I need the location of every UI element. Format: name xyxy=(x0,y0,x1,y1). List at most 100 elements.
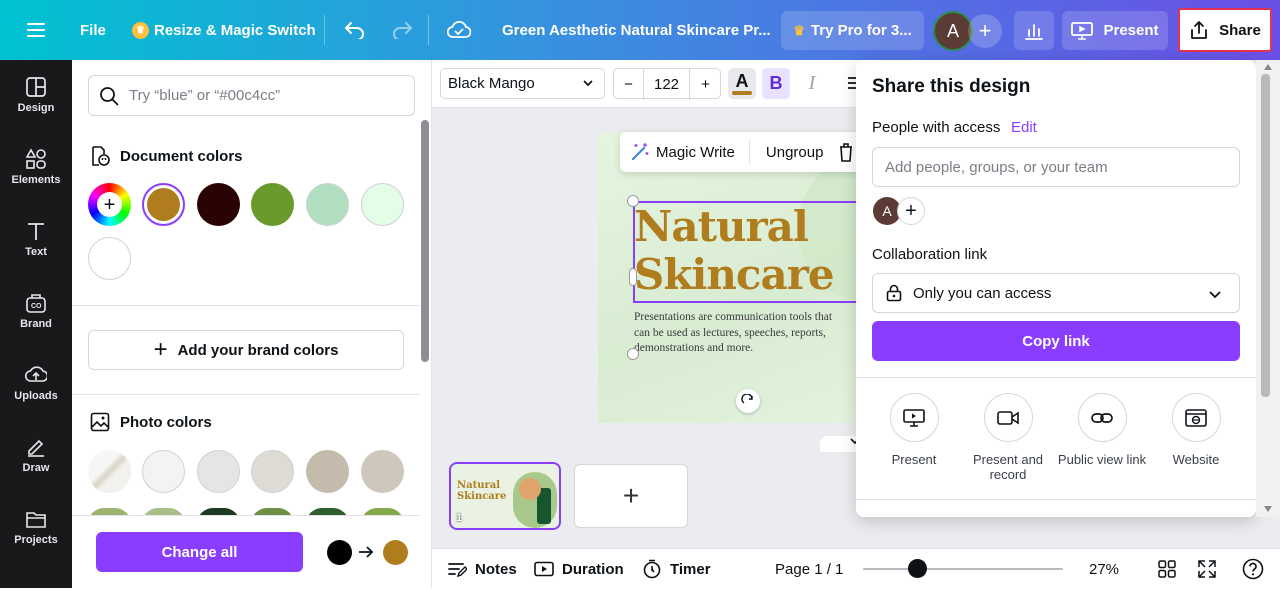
edit-access-link[interactable]: Edit xyxy=(1011,119,1037,136)
scroll-thumb[interactable] xyxy=(1261,74,1270,397)
color-swatch[interactable] xyxy=(361,450,404,493)
left-rail: Design Elements Text CO Brand Uploads Dr… xyxy=(0,60,72,588)
resize-label: Resize & Magic Switch xyxy=(154,21,316,39)
file-menu[interactable]: File xyxy=(80,0,106,60)
cloud-save-icon[interactable] xyxy=(447,0,471,60)
color-search-input[interactable]: Try “blue” or “#00c4cc” xyxy=(88,75,415,116)
help-icon[interactable] xyxy=(1242,549,1272,589)
magic-write-button[interactable]: Magic Write xyxy=(620,139,750,165)
arrow-right-icon xyxy=(357,541,375,563)
font-size-input[interactable]: 122 xyxy=(644,69,690,100)
insights-icon[interactable] xyxy=(1014,11,1054,50)
page-indicator[interactable]: Page 1 / 1 xyxy=(775,549,843,589)
font-select[interactable]: Black Mango xyxy=(440,68,605,99)
avatar[interactable]: A xyxy=(933,11,973,51)
decrease-size-button[interactable]: − xyxy=(614,69,644,100)
document-title[interactable]: Green Aesthetic Natural Skincare Pr... xyxy=(502,0,771,60)
ungroup-button[interactable]: Ungroup xyxy=(750,144,824,161)
rail-item-design[interactable]: Design xyxy=(0,76,72,132)
selection-handle[interactable] xyxy=(627,348,639,360)
access-dropdown[interactable]: Only you can access xyxy=(872,273,1240,313)
page-thumbnail[interactable]: Natural Skincare 1 xyxy=(449,462,561,530)
share-title: Share this design xyxy=(872,76,1031,97)
rail-item-draw[interactable]: Draw xyxy=(0,436,72,492)
add-color-button[interactable]: + xyxy=(88,183,131,226)
color-swatch[interactable] xyxy=(197,183,240,226)
italic-button[interactable]: I xyxy=(798,68,826,99)
redo-icon[interactable] xyxy=(391,0,413,60)
scroll-up-arrow[interactable] xyxy=(1264,64,1272,70)
selection-handle[interactable] xyxy=(629,268,637,286)
increase-size-button[interactable]: + xyxy=(690,69,721,100)
rail-label: Brand xyxy=(20,318,52,330)
duration-button[interactable]: Duration xyxy=(534,549,624,589)
italic-label: I xyxy=(808,72,816,94)
copy-link-button[interactable]: Copy link xyxy=(872,321,1240,361)
color-swatch[interactable] xyxy=(142,183,185,226)
rotate-handle[interactable] xyxy=(736,389,760,413)
share-option-public-link[interactable]: Public view link xyxy=(1056,393,1148,467)
share-upload-icon xyxy=(1191,21,1208,39)
undo-icon[interactable] xyxy=(344,0,366,60)
color-swatch[interactable] xyxy=(251,183,294,226)
color-swatch[interactable] xyxy=(361,183,404,226)
scroll-down-arrow[interactable] xyxy=(1264,506,1272,512)
text-color-button[interactable]: A xyxy=(728,68,756,99)
color-swatch[interactable] xyxy=(306,450,349,493)
collaboration-link-label: Collaboration link xyxy=(872,246,988,263)
fullscreen-icon[interactable] xyxy=(1198,549,1224,589)
present-button[interactable]: Present xyxy=(1062,11,1168,50)
panel-scrollbar[interactable] xyxy=(421,120,429,362)
menu-icon[interactable] xyxy=(27,0,45,60)
add-page-button[interactable]: + xyxy=(574,464,688,528)
zoom-slider[interactable] xyxy=(863,559,1063,578)
add-people-input[interactable]: Add people, groups, or your team xyxy=(872,147,1240,187)
elements-icon xyxy=(25,148,46,169)
image-icon xyxy=(90,412,110,432)
option-label: Website xyxy=(1172,452,1220,467)
photo-swatch[interactable] xyxy=(88,450,131,493)
rail-label: Draw xyxy=(22,462,50,474)
text-icon xyxy=(28,223,44,240)
resize-button[interactable]: ♛ Resize & Magic Switch xyxy=(132,0,316,60)
plus-icon: + xyxy=(153,336,168,363)
share-label: Share xyxy=(1219,21,1261,39)
rail-item-projects[interactable]: Projects xyxy=(0,508,72,564)
zoom-level[interactable]: 27% xyxy=(1089,549,1119,589)
add-person-icon[interactable]: + xyxy=(897,197,925,225)
brand-icon: CO xyxy=(26,294,46,313)
rail-item-brand[interactable]: CO Brand xyxy=(0,292,72,348)
selection-handle[interactable] xyxy=(627,195,639,207)
chevron-down-icon xyxy=(1209,291,1221,299)
thumb-title: Natural Skincare xyxy=(457,480,507,502)
color-swatch[interactable] xyxy=(251,450,294,493)
rail-item-uploads[interactable]: Uploads xyxy=(0,364,72,420)
copy-link-label: Copy link xyxy=(1022,332,1090,350)
popover-scrollbar[interactable] xyxy=(1256,60,1280,517)
trash-icon[interactable] xyxy=(839,142,853,162)
timer-button[interactable]: Timer xyxy=(642,549,711,589)
zoom-slider-thumb[interactable] xyxy=(907,559,927,578)
change-all-button[interactable]: Change all xyxy=(96,532,303,572)
share-button[interactable]: Share xyxy=(1178,8,1272,52)
duration-label: Duration xyxy=(562,560,624,578)
bottom-bar: Notes Duration Timer Page 1 / 1 27% xyxy=(432,548,1280,588)
grid-view-icon[interactable] xyxy=(1158,549,1184,589)
color-swatch[interactable] xyxy=(306,183,349,226)
color-swatch[interactable] xyxy=(197,450,240,493)
notes-button[interactable]: Notes xyxy=(447,549,517,589)
share-option-website[interactable]: Website xyxy=(1150,393,1242,467)
rail-item-text[interactable]: Text xyxy=(0,220,72,276)
share-option-record[interactable]: Present and record xyxy=(962,393,1054,482)
text-color-icon: A xyxy=(735,71,749,91)
color-swatch[interactable] xyxy=(88,237,131,280)
share-option-present[interactable]: Present xyxy=(868,393,960,467)
rail-item-elements[interactable]: Elements xyxy=(0,148,72,204)
add-brand-colors-button[interactable]: + Add your brand colors xyxy=(88,330,404,370)
bold-button[interactable]: B xyxy=(762,68,790,99)
try-pro-button[interactable]: ♛ Try Pro for 3... xyxy=(781,11,924,50)
add-collaborator-icon[interactable]: + xyxy=(968,14,1002,48)
slide-body[interactable]: Presentations are communication tools th… xyxy=(634,310,834,357)
color-swatch[interactable] xyxy=(142,450,185,493)
rail-label: Projects xyxy=(14,534,58,546)
